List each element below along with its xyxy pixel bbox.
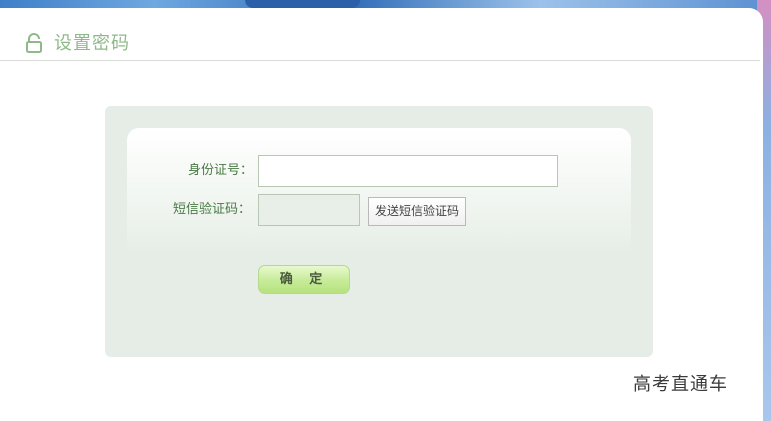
page-title: 设置密码 [54,33,130,54]
form-panel [105,106,653,357]
confirm-button[interactable]: 确 定 [258,265,350,294]
banner-decoration [245,0,360,8]
send-sms-button[interactable]: 发送短信验证码 [368,197,466,226]
sms-code-label: 短信验证码： [173,202,252,217]
lock-open-icon [25,33,43,53]
watermark: 高考直通车 [633,374,728,395]
sms-code-input[interactable] [258,194,360,226]
dialog-header: 设置密码 [0,23,760,61]
id-number-input[interactable] [258,155,558,187]
id-number-label: 身份证号： [188,163,254,178]
